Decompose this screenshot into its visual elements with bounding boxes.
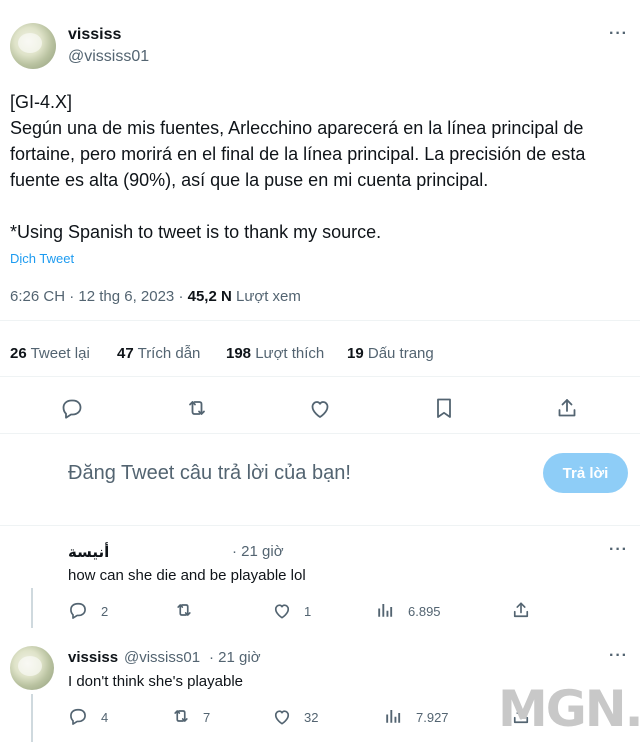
likes-label: Lượt thích bbox=[251, 345, 325, 362]
tweet-time[interactable]: 6:26 CH · 12 thg 6, 2023 · bbox=[10, 288, 188, 305]
reply-author-name[interactable]: vississ bbox=[68, 649, 118, 666]
share-icon[interactable] bbox=[555, 396, 579, 420]
divider bbox=[0, 433, 640, 434]
view-count: 7.927 bbox=[416, 710, 449, 725]
tweet-timestamp-views: 6:26 CH · 12 thg 6, 2023 · 45,2 N Lượt x… bbox=[10, 288, 301, 305]
quotes-label: Trích dẫn bbox=[133, 345, 201, 362]
reply-icon[interactable] bbox=[60, 396, 84, 420]
tweet-text-line: fortaine, pero morirá en el final de la … bbox=[10, 144, 586, 164]
author-handle[interactable]: @vississ01 bbox=[68, 48, 149, 66]
reply-meta[interactable]: · 21 giờ bbox=[209, 649, 261, 666]
retweets-label: Tweet lại bbox=[26, 345, 90, 362]
like-icon[interactable] bbox=[272, 707, 292, 727]
views-chart-icon[interactable] bbox=[376, 601, 394, 619]
avatar[interactable] bbox=[10, 23, 56, 69]
divider bbox=[0, 320, 640, 321]
quotes-stat[interactable]: 47 Trích dẫn bbox=[117, 345, 200, 362]
views-chart-icon[interactable] bbox=[384, 707, 402, 725]
retweets-count: 26 bbox=[10, 345, 27, 362]
reply-count: 4 bbox=[101, 710, 109, 725]
views-label: Lượt xem bbox=[231, 288, 301, 305]
reply-text: I don't think she's playable bbox=[68, 673, 244, 690]
author-display-name[interactable]: vississ bbox=[68, 26, 121, 44]
view-count: 6.895 bbox=[408, 604, 441, 619]
retweets-stat[interactable]: 26 Tweet lại bbox=[10, 345, 90, 362]
reply-meta[interactable]: · 21 giờ bbox=[232, 543, 284, 560]
translate-tweet-link[interactable]: Dịch Tweet bbox=[10, 251, 74, 266]
more-dots-icon[interactable]: ··· bbox=[609, 541, 628, 559]
share-icon[interactable] bbox=[511, 600, 531, 620]
retweet-count: 7 bbox=[203, 710, 211, 725]
thread-line bbox=[31, 694, 33, 742]
reply-icon[interactable] bbox=[68, 706, 88, 726]
retweet-icon[interactable] bbox=[185, 396, 209, 420]
tweet-text-line: *Using Spanish to tweet is to thank my s… bbox=[10, 222, 382, 242]
like-icon[interactable] bbox=[272, 601, 292, 621]
bookmark-icon[interactable] bbox=[432, 396, 456, 420]
views-count: 45,2 N bbox=[187, 288, 232, 305]
bookmarks-stat[interactable]: 19 Dấu trang bbox=[347, 345, 434, 362]
likes-count: 198 bbox=[226, 345, 252, 362]
reply-text: how can she die and be playable lol bbox=[68, 567, 306, 584]
like-count: 32 bbox=[304, 710, 319, 725]
tweet-text-line: [GI-4.X] bbox=[10, 92, 73, 112]
quotes-count: 47 bbox=[117, 345, 134, 362]
like-icon[interactable] bbox=[308, 397, 332, 421]
retweet-icon[interactable] bbox=[171, 706, 191, 726]
divider bbox=[0, 525, 640, 526]
more-dots-icon[interactable]: ··· bbox=[609, 647, 628, 665]
tweet-text-line: fuente es alta (90%), así que la puse en… bbox=[10, 170, 489, 190]
bookmarks-count: 19 bbox=[347, 345, 364, 362]
likes-stat[interactable]: 198 Lượt thích bbox=[226, 345, 324, 362]
tweet-text-line: Según una de mis fuentes, Arlecchino apa… bbox=[10, 118, 584, 138]
reply-composer-input[interactable]: Đăng Tweet câu trả lời của bạn! bbox=[68, 462, 351, 485]
thread-line bbox=[31, 588, 33, 628]
reply-author-name[interactable]: أنيسة bbox=[68, 543, 109, 561]
mgn-watermark-logo: MGN. bbox=[498, 680, 640, 738]
bookmarks-label: Dấu trang bbox=[363, 345, 434, 362]
retweet-icon[interactable] bbox=[174, 600, 194, 620]
reply-author-handle[interactable]: @vississ01 bbox=[124, 649, 200, 666]
divider bbox=[0, 376, 640, 377]
like-count: 1 bbox=[304, 604, 312, 619]
reply-icon[interactable] bbox=[68, 600, 88, 620]
avatar[interactable] bbox=[10, 646, 54, 690]
reply-button[interactable]: Trả lời bbox=[543, 453, 628, 493]
reply-count: 2 bbox=[101, 604, 109, 619]
more-dots-icon[interactable]: ··· bbox=[609, 25, 628, 43]
